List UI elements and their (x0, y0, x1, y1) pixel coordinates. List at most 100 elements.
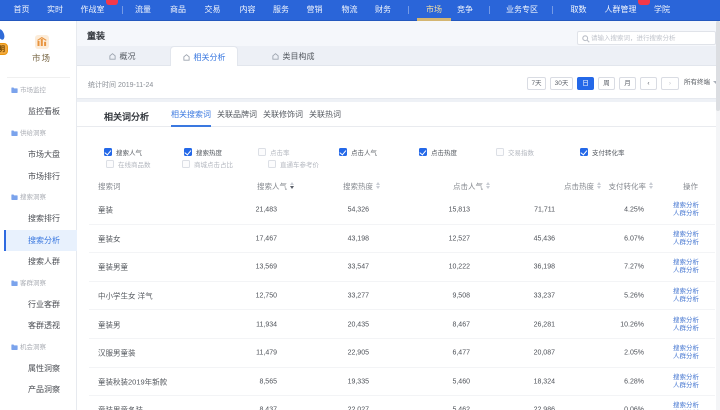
crowd-analysis-link[interactable]: 人群分析 (673, 239, 699, 247)
cell-click-pop: 9,508 (452, 293, 470, 300)
range-button-2[interactable]: 30天 (550, 77, 573, 90)
sidebar-item-7[interactable]: 搜索排行 (0, 208, 77, 229)
sidebar-item-9[interactable]: 搜索人群 (0, 251, 77, 272)
search-analysis-link[interactable]: 搜索分析 (673, 317, 699, 325)
metric-checkbox-2-1[interactable]: 在线商品数 (106, 159, 151, 169)
nav-item-13[interactable]: 竞争 (451, 0, 479, 20)
checkbox-checked-icon (419, 148, 427, 156)
metric-checkbox-1-2[interactable]: 搜索热度 (184, 147, 222, 157)
search-analysis-link[interactable]: 搜索分析 (673, 259, 699, 267)
sidebar-item-14[interactable]: 属性洞察 (0, 358, 77, 379)
nav-item-6[interactable]: 交易 (199, 0, 227, 20)
sidebar-item-12[interactable]: 客群透视 (0, 315, 77, 336)
assistant-drop-icon (0, 28, 6, 40)
nav-item-10[interactable]: 物流 (336, 0, 364, 20)
crowd-analysis-link[interactable]: 人群分析 (673, 353, 699, 361)
page-tab-3[interactable]: 类目构成 (259, 46, 327, 66)
crowd-analysis-link[interactable]: 人群分析 (673, 325, 699, 333)
page-tab-2[interactable]: 相关分析 (170, 46, 238, 67)
search-analysis-link[interactable]: 搜索分析 (673, 202, 699, 210)
page-tab-1[interactable]: 概况 (88, 46, 156, 66)
search-analysis-link[interactable]: 搜索分析 (673, 374, 699, 382)
metric-label: 商城点击占比 (194, 159, 233, 169)
sidebar-item-13: 机会洞察 (0, 337, 77, 358)
cell-keyword: 汉服男童装 (98, 348, 136, 359)
nav-item-4[interactable]: 流量 (129, 0, 157, 20)
sidebar-item-11[interactable]: 行业客群 (0, 294, 77, 315)
metric-checkbox-2-2[interactable]: 商城点击占比 (182, 159, 233, 169)
assistant-tag[interactable]: 明 (0, 43, 8, 55)
nav-item-15[interactable]: 取数 (565, 0, 593, 20)
nav-item-label: 营销 (307, 5, 323, 14)
checkbox-unchecked-icon (182, 160, 190, 168)
bar-chart-icon (37, 37, 47, 47)
search-analysis-link[interactable]: 搜索分析 (673, 288, 699, 296)
panel-tab-3[interactable]: 关联修饰词 (263, 102, 303, 127)
search-analysis-link[interactable]: 搜索分析 (673, 345, 699, 353)
nav-item-5[interactable]: 商品 (164, 0, 192, 20)
sidebar-item-15[interactable]: 产品洞察 (0, 379, 77, 400)
metric-label: 直通车参考价 (280, 159, 319, 169)
scrollbar-thumb[interactable] (716, 21, 720, 111)
nav-item-17[interactable]: 学院 (648, 0, 676, 20)
metric-checkbox-1-3[interactable]: 点击率 (258, 147, 290, 157)
crowd-analysis-link[interactable]: 人群分析 (673, 210, 699, 218)
nav-item-9[interactable]: 营销 (301, 0, 329, 20)
nav-item-11[interactable]: 财务 (369, 0, 397, 20)
nav-item-14[interactable]: 业务专区 (500, 0, 544, 20)
range-button-7[interactable]: › (661, 77, 679, 90)
nav-item-12[interactable]: 市场 (420, 0, 448, 20)
metric-checkbox-1-7[interactable]: 支付转化率 (580, 147, 625, 157)
floating-assistant-widget[interactable]: 明 (0, 28, 14, 58)
crowd-analysis-link[interactable]: 人群分析 (673, 296, 699, 304)
column-header-5[interactable]: 点击热度 (564, 177, 601, 196)
range-button-1[interactable]: 7天 (527, 77, 546, 90)
home-icon (109, 53, 116, 60)
panel-tab-4[interactable]: 关联热词 (309, 102, 341, 127)
keyword-search-input[interactable]: 请输入搜索词，进行搜索分析 (577, 31, 716, 45)
nav-item-16[interactable]: 人群管理 (599, 0, 643, 20)
table-row-6: 汉服男童装11,47922,9056,47720,0872.05%搜索分析人群分… (77, 339, 720, 368)
panel-tab-2[interactable]: 关联品牌词 (217, 102, 257, 127)
page-header: 童装 请输入搜索词，进行搜索分析 概况相关分析类目构成 (77, 21, 720, 66)
cell-click-pop: 5,460 (452, 378, 470, 385)
metric-checkbox-2-3[interactable]: 直通车参考价 (268, 159, 319, 169)
metric-checkbox-1-6[interactable]: 交易指数 (496, 147, 534, 157)
page-scrollbar[interactable] (716, 21, 720, 410)
column-header-2[interactable]: 搜索人气 (257, 177, 294, 196)
panel-tab-1[interactable]: 相关搜索词 (171, 102, 211, 127)
sidebar-item-label: 客群透视 (28, 315, 60, 336)
sidebar-item-label: 供给洞察 (20, 123, 46, 144)
column-header-3[interactable]: 搜索热度 (343, 177, 380, 196)
metric-checkbox-1-1[interactable]: 搜索人气 (104, 147, 142, 157)
search-analysis-link[interactable]: 搜索分析 (673, 231, 699, 239)
crowd-analysis-link[interactable]: 人群分析 (673, 382, 699, 390)
nav-item-8[interactable]: 服务 (267, 0, 295, 20)
column-header-4[interactable]: 点击人气 (453, 177, 490, 196)
range-button-3[interactable]: 日 (577, 77, 594, 90)
nav-item-7[interactable]: 内容 (234, 0, 262, 20)
range-button-4[interactable]: 周 (598, 77, 615, 90)
terminal-dropdown[interactable]: 所有终端 (684, 75, 719, 91)
column-header-6[interactable]: 支付转化率 (609, 177, 654, 196)
range-button-5[interactable]: 月 (619, 77, 636, 90)
crowd-analysis-link[interactable]: 人群分析 (673, 267, 699, 275)
metric-checkbox-1-5[interactable]: 点击热度 (419, 147, 457, 157)
sidebar-item-5[interactable]: 市场排行 (0, 166, 77, 187)
metric-label: 支付转化率 (592, 147, 625, 157)
cell-click-heat: 20,087 (534, 350, 555, 357)
page-tab-label: 类目构成 (283, 51, 315, 62)
cell-pay-conv: 7.27% (624, 264, 644, 271)
search-analysis-link[interactable]: 搜索分析 (673, 402, 699, 410)
sidebar-item-8[interactable]: 搜索分析 (0, 230, 77, 251)
nav-item-2[interactable]: 实时 (41, 0, 69, 20)
sidebar-item-4[interactable]: 市场大盘 (0, 144, 77, 165)
cell-click-heat: 26,281 (534, 321, 555, 328)
range-button-6[interactable]: ‹ (640, 77, 657, 90)
table-row-4: 中小学生女 洋气12,75033,2779,50833,2375.26%搜索分析… (77, 282, 720, 311)
nav-item-1[interactable]: 首页 (8, 0, 36, 20)
nav-item-3[interactable]: 作战室 (75, 0, 111, 20)
metric-checkbox-1-4[interactable]: 点击人气 (339, 147, 377, 157)
sidebar-item-label: 机会洞察 (20, 337, 46, 358)
sidebar-item-2[interactable]: 监控看板 (0, 101, 77, 122)
